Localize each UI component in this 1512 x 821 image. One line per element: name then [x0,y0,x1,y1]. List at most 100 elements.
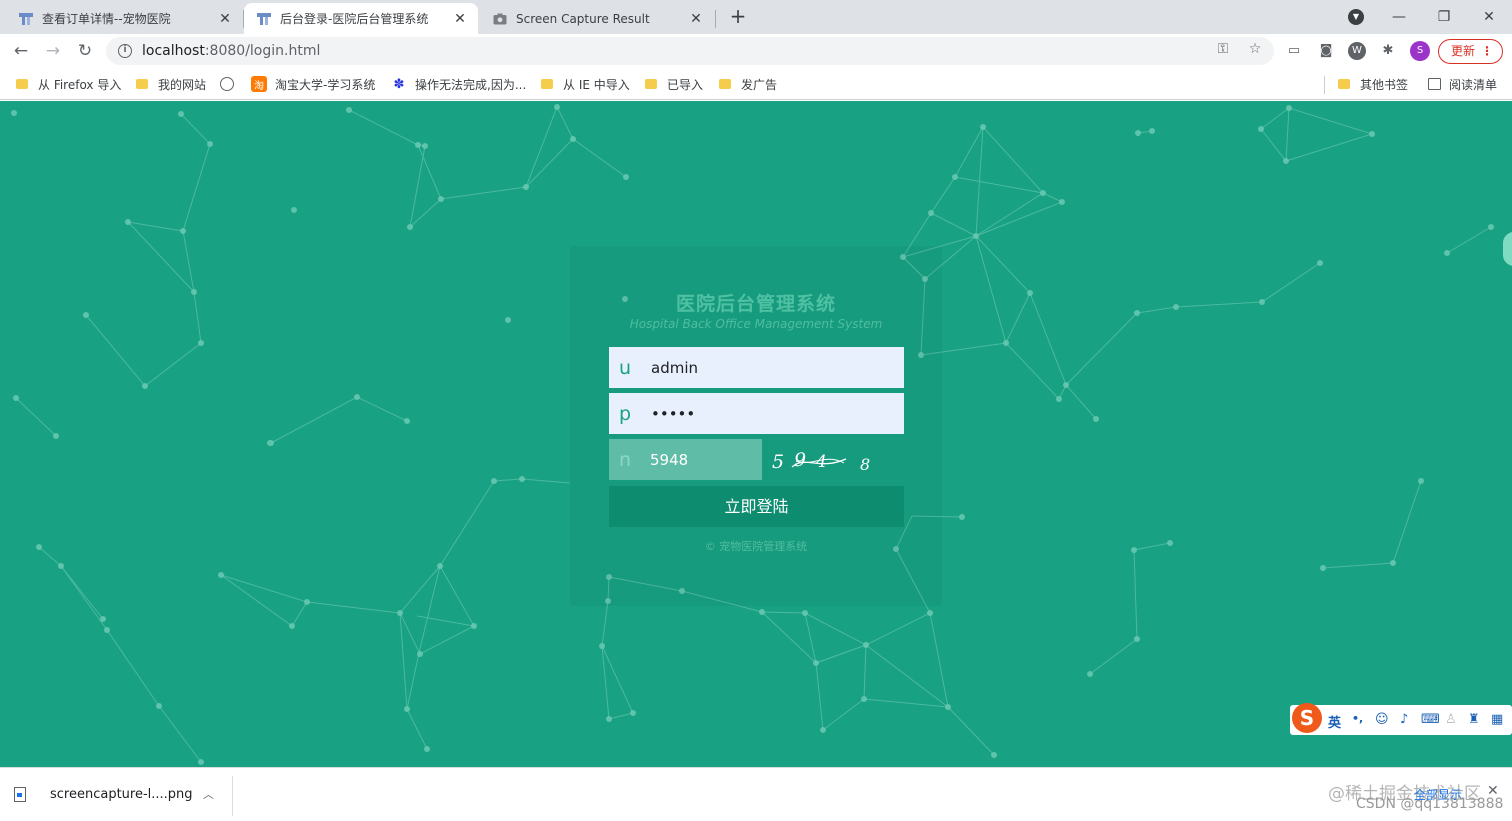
bookmark-ads[interactable]: 发广告 [719,75,777,93]
download-item[interactable]: screencapture-l....png [14,780,193,808]
bookmark-label: 操作无法完成,因为... [415,77,527,92]
window-close-icon[interactable]: ✕ [1466,0,1512,34]
svg-text:5: 5 [772,451,784,473]
tab-strip: 查看订单详情--宠物医院 ✕ 后台登录-医院后台管理系统 ✕ Screen Ca… [0,0,1512,34]
captcha-input[interactable]: 5948 [650,451,688,469]
bookmark-imported[interactable]: 已导入 [645,75,703,93]
microphone-icon[interactable]: ♪ [1400,712,1408,727]
password-field[interactable]: p ••••• [609,393,904,434]
bookmark-divider [1324,76,1325,94]
password-input[interactable]: ••••• [651,405,695,423]
skin-shirt-icon[interactable]: ♜ [1468,712,1480,727]
page-favicon-icon [256,11,272,27]
key-icon[interactable]: ⚿ [1214,40,1232,58]
bookmarks-bar: 从 Firefox 导入 我的网站 淘淘宝大学-学习系统 ✽ 操作无法完成,因为.… [0,68,1512,100]
tab-divider [715,10,716,28]
system-subtitle: Hospital Back Office Management System [629,317,883,331]
emoji-icon[interactable]: ☺ [1375,712,1389,727]
url-host: localhost [142,43,205,59]
folder-icon [645,79,657,89]
minimize-icon[interactable]: — [1376,0,1422,34]
svg-text:8: 8 [860,455,870,474]
login-button[interactable]: 立即登陆 [609,486,904,527]
toolbox-grid-icon[interactable]: ▦ [1491,712,1503,727]
address-bar[interactable]: i localhost:8080/login.html [106,37,1274,65]
globe-icon [220,77,234,91]
browser-toolbar: ← → ↻ i localhost:8080/login.html ⚿ ☆ ▭ … [0,34,1512,68]
page-favicon-icon [18,11,34,27]
sogou-logo-icon[interactable]: S [1292,703,1322,733]
forward-arrow-icon[interactable]: → [41,39,65,63]
bookmark-taobao[interactable]: 淘淘宝大学-学习系统 [251,75,375,93]
username-field[interactable]: u admin [609,347,904,388]
side-float-widget[interactable] [1503,232,1512,266]
login-page: 医院后台管理系统 Hospital Back Office Management… [0,101,1512,767]
url-text[interactable]: localhost:8080/login.html [142,43,1274,59]
folder-icon [1338,79,1350,89]
tab-search-icon[interactable]: ▼ [1348,9,1364,25]
bookmark-label: 其他书签 [1360,77,1409,92]
bookmark-baidu[interactable]: ✽ 操作无法完成,因为... [391,75,527,93]
site-info-icon[interactable]: i [118,44,132,58]
bookmark-reading-list[interactable]: 阅读清单 [1428,75,1497,93]
bookmark-globe[interactable] [220,75,242,93]
download-bar: screencapture-l....png ︿ @稀土掘金技术社区 全部显示 … [0,767,1512,821]
w-extension-icon[interactable]: W [1348,42,1366,60]
more-menu-icon: ⋮ [1481,44,1493,58]
extension-reader-icon[interactable]: ▭ [1285,42,1303,60]
bookmark-label: 从 IE 中导入 [563,77,630,92]
bookmark-label: 淘宝大学-学习系统 [275,77,376,92]
download-divider [232,776,233,816]
plus-icon[interactable]: + [726,4,750,28]
reload-icon[interactable]: ↻ [73,39,97,63]
bookmark-ie-import[interactable]: 从 IE 中导入 [541,75,630,93]
star-icon[interactable]: ☆ [1246,40,1264,58]
ime-punctuation-toggle[interactable]: •, [1352,712,1363,725]
system-title: 医院后台管理系统 [675,293,836,315]
username-input[interactable]: admin [651,359,698,377]
tab-title: 后台登录-医院后台管理系统 [280,12,429,26]
captcha-image[interactable]: 5 9 4 8 [766,441,886,479]
camera-icon [492,11,508,27]
restore-icon[interactable]: ❐ [1421,0,1467,34]
ime-toolbar[interactable]: S 英 •, ☺ ♪ ⌨ ♙ ♜ ▦ [1290,703,1512,735]
folder-icon [136,79,148,89]
captcha-field[interactable]: n 5948 [609,439,762,480]
bookmark-other[interactable]: 其他书签 [1338,75,1408,93]
copyright-text: © 宠物医院管理系统 [704,540,808,553]
puzzle-icon[interactable]: ✱ [1379,42,1397,60]
bookmark-my-site[interactable]: 我的网站 [136,75,206,93]
folder-icon [16,79,28,89]
tab-close-icon[interactable]: ✕ [217,11,233,27]
tab-title: Screen Capture Result [516,11,650,26]
captcha-prefix-icon: n [618,448,632,471]
baidu-paw-icon: ✽ [393,76,405,92]
tab-order-detail[interactable]: 查看订单详情--宠物医院 ✕ [0,3,243,34]
watermark-csdn: CSDN @qq13813888 [1356,796,1504,812]
chevron-up-icon[interactable]: ︿ [203,786,214,802]
folder-icon [719,79,731,89]
screenshot-camera-icon[interactable]: ◙ [1317,42,1335,60]
svg-text:4: 4 [815,452,827,472]
url-path: :8080/login.html [204,43,321,59]
bookmark-label: 已导入 [667,77,704,92]
bookmark-label: 阅读清单 [1449,77,1498,92]
image-file-icon [14,786,26,802]
tab-screen-capture[interactable]: Screen Capture Result ✕ [480,3,714,34]
download-file-name: screencapture-l....png [50,786,193,802]
tab-login[interactable]: 后台登录-医院后台管理系统 ✕ [244,3,478,34]
update-button[interactable]: 更新 ⋮ [1438,39,1503,64]
password-prefix-icon: p [618,402,632,425]
avatar[interactable]: S [1410,41,1430,61]
user-icon[interactable]: ♙ [1445,712,1457,727]
tab-close-icon[interactable]: ✕ [688,11,704,27]
bookmark-label: 从 Firefox 导入 [38,77,122,92]
ime-mode-toggle[interactable]: 英 [1328,712,1341,731]
tab-close-icon[interactable]: ✕ [452,11,468,27]
reading-list-icon [1428,78,1441,90]
back-arrow-icon[interactable]: ← [9,39,33,63]
taobao-icon: 淘 [251,76,267,92]
bookmark-label: 我的网站 [158,77,207,92]
keyboard-icon[interactable]: ⌨ [1421,712,1440,727]
bookmark-firefox-import[interactable]: 从 Firefox 导入 [16,75,121,93]
